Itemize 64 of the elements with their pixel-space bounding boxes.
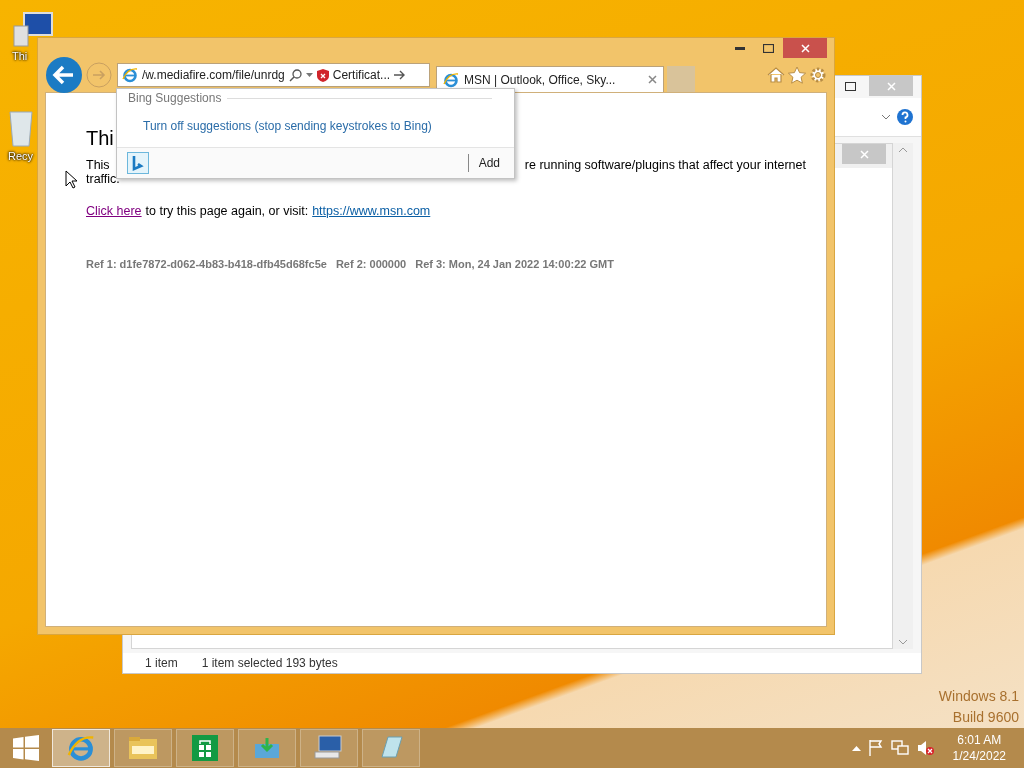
close-icon — [800, 43, 810, 53]
search-provider-icon[interactable] — [127, 152, 149, 174]
close-icon — [886, 81, 896, 91]
caret-icon[interactable] — [305, 73, 313, 77]
msn-link[interactable]: https://www.msn.com — [312, 204, 431, 218]
add-button[interactable]: Add — [467, 154, 504, 172]
desktop-icon-label: Thi — [12, 50, 28, 62]
reference-text: Ref 3: Mon, 24 Jan 2022 14:00:22 GMT — [415, 258, 614, 270]
browser-tab[interactable]: MSN | Outlook, Office, Sky... — [436, 66, 664, 92]
body-text: re running software/plugins that affect your internet — [524, 158, 806, 172]
address-url: /w.mediafire.com/file/unrdg — [142, 68, 285, 82]
maximize-icon — [762, 43, 774, 53]
browser-icon — [67, 734, 95, 762]
body-text: to try this page again, or visit: — [145, 204, 309, 218]
browser-icon — [443, 71, 459, 88]
address-bar[interactable]: /w.mediafire.com/file/unrdg Certificat... — [117, 63, 430, 87]
minimize-icon — [735, 46, 745, 50]
go-arrow-icon[interactable] — [394, 70, 407, 80]
speaker-muted-icon[interactable] — [916, 740, 935, 756]
close-icon — [648, 75, 657, 84]
certificate-error-label[interactable]: Certificat... — [332, 68, 391, 82]
browser-icon — [122, 67, 138, 83]
scrollbar[interactable] — [893, 143, 913, 649]
suggestions-heading: Bing Suggestions — [128, 91, 222, 105]
os-watermark-text: Build 9600 — [952, 709, 1019, 725]
recycle-bin-icon — [8, 108, 34, 148]
back-button[interactable] — [45, 56, 83, 94]
star-icon[interactable] — [788, 66, 806, 84]
maximize-icon — [844, 81, 856, 91]
scroll-down-icon[interactable] — [898, 639, 908, 645]
body-text: This — [86, 158, 110, 172]
folder-icon — [128, 736, 158, 760]
status-text: 1 item selected 193 bytes — [201, 656, 338, 670]
body-text: traffic. — [86, 172, 121, 186]
os-watermark-text: Windows 8.1 — [938, 688, 1019, 704]
settings-icon[interactable] — [809, 66, 827, 84]
taskbar-app-button[interactable] — [114, 729, 172, 767]
taskbar-app-button[interactable] — [300, 729, 358, 767]
reference-text: Ref 2: 000000 — [335, 258, 407, 270]
store-icon — [192, 735, 218, 761]
retry-link[interactable]: Click here — [86, 204, 142, 218]
flag-icon[interactable] — [868, 740, 883, 756]
close-icon — [859, 149, 869, 159]
scroll-up-icon[interactable] — [898, 147, 908, 153]
network-icon[interactable] — [890, 740, 909, 756]
computer-icon — [314, 735, 344, 761]
clock-date: 1/24/2022 — [952, 749, 1006, 763]
status-text: 1 item — [145, 656, 178, 670]
turn-off-suggestions-link[interactable]: Turn off suggestions (stop sending keystrokes to Bing) — [143, 119, 514, 133]
desktop-icon-label: Recy — [8, 150, 34, 162]
caret-up-icon[interactable] — [851, 745, 861, 751]
search-icon[interactable] — [288, 68, 302, 82]
help-icon[interactable] — [897, 109, 913, 125]
reference-text: Ref 1: d1fe7872-d062-4b83-b418-dfb45d68fc5e — [86, 258, 327, 270]
chevron-down-icon[interactable] — [881, 114, 891, 120]
taskbar-app-button[interactable] — [52, 729, 110, 767]
download-tray-icon — [253, 736, 281, 760]
home-icon[interactable] — [767, 67, 785, 83]
mouse-cursor-icon — [65, 170, 77, 189]
notepad-icon — [378, 735, 404, 761]
clock-time: 6:01 AM — [957, 733, 1002, 747]
computer-icon — [12, 12, 54, 48]
taskbar-app-button[interactable] — [176, 729, 234, 767]
shield-error-icon[interactable] — [316, 68, 329, 82]
